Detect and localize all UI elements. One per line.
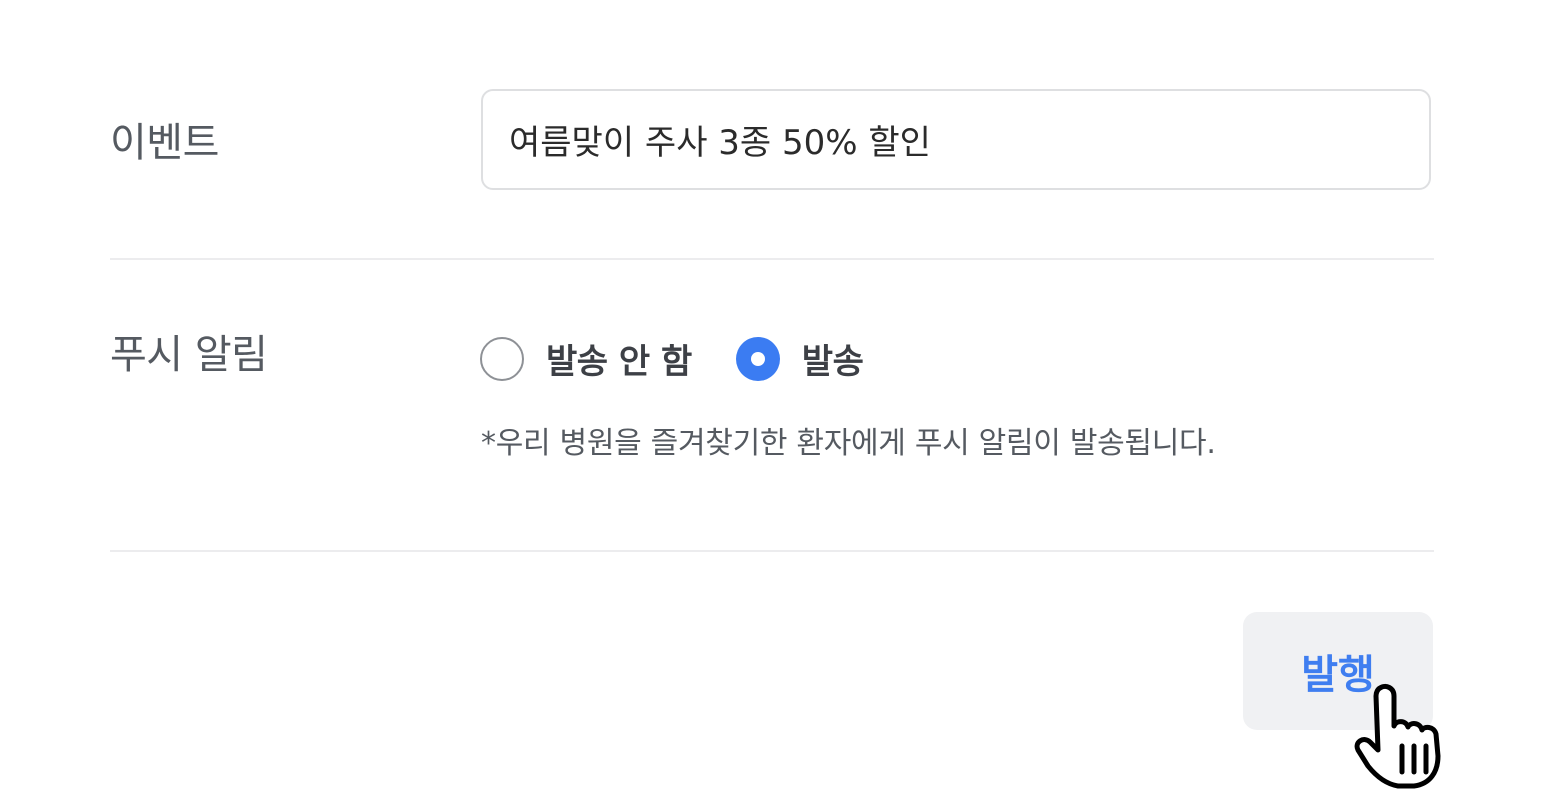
event-label: 이벤트 (110, 120, 219, 166)
radio-option-send[interactable]: 발송 (735, 334, 864, 383)
section-divider (110, 550, 1434, 552)
section-divider (110, 258, 1434, 260)
hand-pointer-icon (1354, 683, 1441, 789)
radio-label-send: 발송 (801, 342, 864, 382)
push-radio-group: 발송 안 함 발송 (480, 334, 907, 383)
radio-option-no-send[interactable]: 발송 안 함 (480, 334, 692, 383)
radio-unchecked-icon[interactable] (480, 336, 524, 381)
radio-dot (750, 351, 765, 366)
radio-label-no-send: 발송 안 함 (546, 342, 692, 382)
push-helper-text: *우리 병원을 즐겨찾기한 환자에게 푸시 알림이 발송됩니다. (481, 426, 1216, 461)
event-publish-form: 이벤트 푸시 알림 발송 안 함 발송 *우리 병원을 즐겨찾기한 환자에게 푸… (0, 0, 1544, 792)
radio-checked-icon[interactable] (735, 336, 780, 381)
push-notification-label: 푸시 알림 (110, 332, 268, 378)
event-title-input[interactable] (481, 89, 1431, 190)
